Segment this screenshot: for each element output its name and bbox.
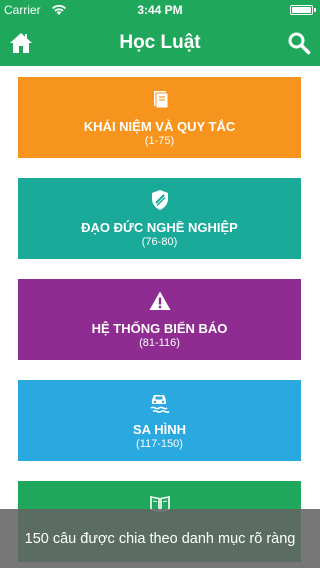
category-label: HỆ THỐNG BIỂN BÁO [91,321,228,336]
category-range: (1-75) [144,135,175,147]
category-card-concepts-rules[interactable]: KHÁI NIỆM VÀ QUY TẮC (1-75) [18,77,301,158]
category-range: (117-150) [136,438,183,450]
toast-message: 150 câu được chia theo danh mục rõ ràng [0,509,320,568]
category-card-driving-test[interactable]: SA HÌNH (117-150) [18,380,301,461]
shield-icon [151,190,168,210]
status-bar: Carrier 3:44 PM [0,0,320,20]
category-label: KHÁI NIỆM VÀ QUY TẮC [83,119,236,134]
category-label: ĐẠO ĐỨC NGHỀ NGHIỆP [81,220,238,235]
category-range: (81-116) [139,337,180,349]
screen: Carrier 3:44 PM Học Luật KHÁI NIỆM VÀ QU… [0,0,320,568]
page-title: Học Luật [119,32,201,53]
warning-icon [149,291,170,310]
category-card-traffic-signs[interactable]: HỆ THỐNG BIỂN BÁO (81-116) [18,279,301,360]
book-icon [153,91,168,109]
car-skid-icon [149,395,170,413]
category-label: SA HÌNH [133,422,186,437]
toast-text: 150 câu được chia theo danh mục rõ ràng [24,530,296,547]
category-list[interactable]: KHÁI NIỆM VÀ QUY TẮC (1-75) ĐẠO ĐỨC NGHỀ… [0,66,320,568]
category-range: (76-80) [141,236,178,248]
category-card-professional-ethics[interactable]: ĐẠO ĐỨC NGHỀ NGHIỆP (76-80) [18,178,301,259]
search-icon[interactable] [287,31,311,55]
status-time: 3:44 PM [137,3,183,17]
nav-bar: Học Luật [0,20,320,66]
battery-icon [290,5,316,15]
